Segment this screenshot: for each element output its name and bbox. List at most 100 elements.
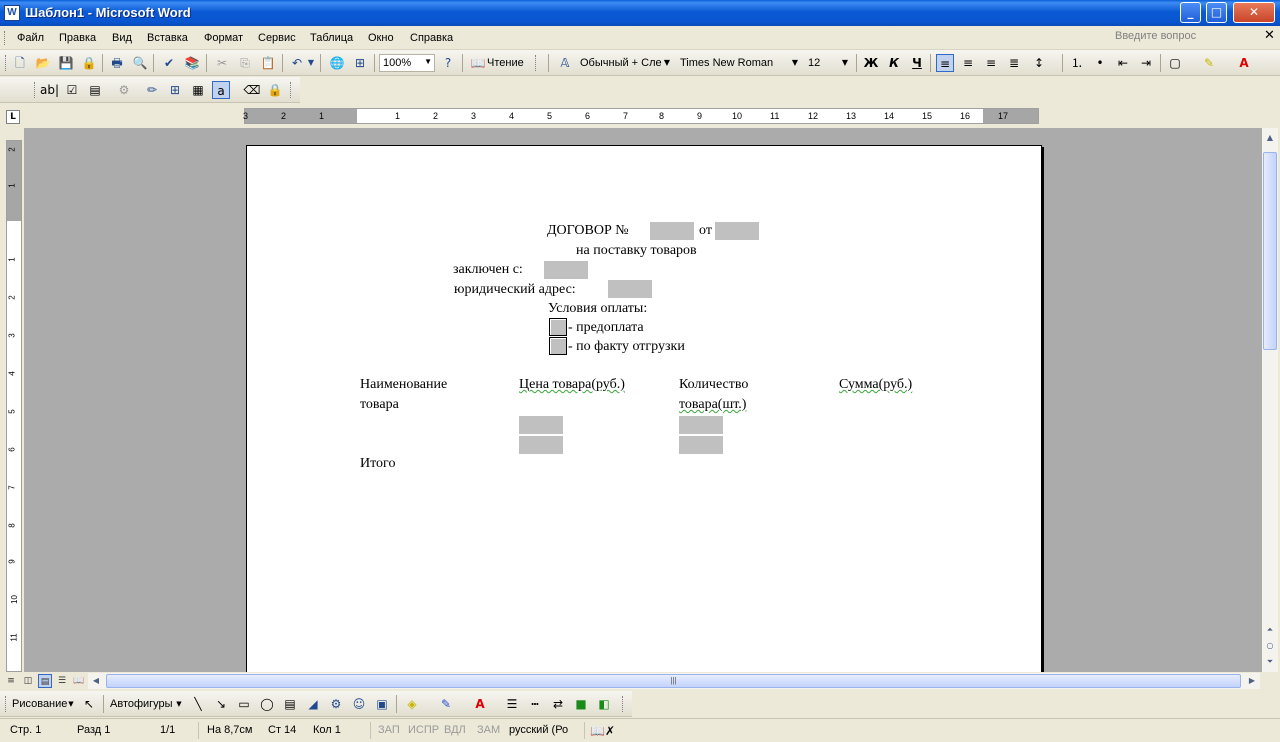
highlight-icon[interactable]: ✎ [1200, 54, 1218, 72]
font-color-icon[interactable]: A [1235, 54, 1253, 72]
text-field-icon[interactable]: ab| [40, 81, 59, 99]
contract-date-field[interactable] [715, 222, 759, 240]
font-size-combo[interactable]: 12 [808, 57, 820, 69]
reading-mode-button[interactable]: Чтение [487, 57, 524, 69]
reading-view-icon[interactable]: 📖 [72, 674, 86, 688]
field-shading-icon[interactable]: a [212, 81, 230, 99]
price-field[interactable] [519, 416, 563, 434]
legal-address-field[interactable] [608, 280, 652, 298]
quantity-field[interactable] [679, 436, 723, 454]
contract-number-field[interactable] [650, 222, 694, 240]
autoshapes-menu-button[interactable]: Автофигуры [110, 698, 173, 710]
cut-icon[interactable]: ✂ [213, 54, 231, 72]
scroll-up-icon[interactable]: ▲ [1262, 130, 1278, 146]
text-box-icon[interactable]: ▤ [281, 695, 299, 713]
wordart-icon[interactable]: ◢ [304, 695, 322, 713]
3d-style-icon[interactable]: ◧ [595, 695, 613, 713]
minimize-button[interactable]: _ [1180, 2, 1201, 23]
arrow-icon[interactable]: ↘ [212, 695, 230, 713]
protect-form-icon[interactable]: 🔒 [266, 81, 284, 99]
paste-icon[interactable]: 📋 [259, 54, 277, 72]
insert-table-icon[interactable]: ⊞ [166, 81, 184, 99]
undo-icon[interactable]: ↶ [288, 54, 306, 72]
menu-format[interactable]: Формат [204, 32, 243, 44]
dropdown-field-icon[interactable]: ▤ [86, 81, 104, 99]
zoom-combo[interactable]: 100% ▼ [379, 54, 435, 72]
menu-edit[interactable]: Правка [59, 32, 96, 44]
vertical-ruler[interactable]: 2 1 1 2 3 4 5 6 7 8 9 10 11 [6, 140, 22, 672]
align-right-icon[interactable]: ≡ [982, 54, 1000, 72]
rectangle-icon[interactable]: ▭ [235, 695, 253, 713]
save-icon[interactable]: 💾 [57, 54, 75, 72]
menu-insert[interactable]: Вставка [147, 32, 188, 44]
next-page-icon[interactable]: ⏷ [1262, 654, 1278, 670]
menu-grip[interactable] [4, 31, 7, 45]
line-color-icon[interactable]: ✎ [437, 695, 455, 713]
clipart-icon[interactable]: ☺ [350, 695, 368, 713]
previous-page-icon[interactable]: ⏶ [1262, 622, 1278, 638]
menu-table[interactable]: Таблица [310, 32, 353, 44]
styles-pane-icon[interactable]: 𝔸 [556, 54, 574, 72]
underline-button[interactable]: Ч [908, 54, 926, 72]
shadow-style-icon[interactable]: ■ [572, 695, 590, 713]
reset-fields-icon[interactable]: ⌫ [243, 81, 261, 99]
toolbar-overflow-icon[interactable] [535, 55, 538, 71]
vertical-scroll-thumb[interactable] [1263, 152, 1277, 350]
copy-icon[interactable]: ⎘ [236, 54, 254, 72]
bold-button[interactable]: Ж [862, 54, 880, 72]
print-icon[interactable]: 🖶 [108, 54, 126, 72]
on-shipment-checkbox[interactable] [549, 337, 567, 355]
status-record-macro[interactable]: ЗАП [378, 724, 400, 736]
horizontal-ruler[interactable]: 3 2 1 1 2 3 4 5 6 7 8 9 10 11 12 13 14 1… [243, 108, 1039, 124]
hyperlink-icon[interactable]: 🌐 [328, 54, 346, 72]
tab-selector-button[interactable]: L [6, 110, 20, 124]
drawing-menu-button[interactable]: Рисование [12, 698, 67, 710]
price-field[interactable] [519, 436, 563, 454]
close-document-button[interactable]: ✕ [1264, 28, 1275, 43]
toolbar-overflow-icon[interactable] [622, 696, 625, 712]
print-preview-icon[interactable]: 🔍 [131, 54, 149, 72]
web-view-icon[interactable]: ◫ [21, 674, 35, 688]
menu-tools[interactable]: Сервис [258, 32, 296, 44]
undo-dropdown-icon[interactable]: ▼ [306, 54, 316, 72]
help-question-input[interactable]: Введите вопрос [1112, 30, 1258, 46]
toolbar-grip[interactable] [5, 696, 8, 712]
bullets-icon[interactable]: • [1091, 54, 1109, 72]
status-extend-selection[interactable]: ВДЛ [444, 724, 466, 736]
word-app-icon[interactable]: W [4, 5, 20, 21]
insert-frame-icon[interactable]: ▦ [189, 81, 207, 99]
line-icon[interactable]: ╲ [189, 695, 207, 713]
toolbar-grip[interactable] [5, 55, 8, 71]
title-bar[interactable]: W Шаблон1 - Microsoft Word _ □ ✕ [0, 0, 1280, 26]
document-page[interactable]: ДОГОВОР № от на поставку товаров заключе… [246, 145, 1042, 672]
field-options-icon[interactable]: ⚙ [115, 81, 133, 99]
increase-indent-icon[interactable]: ⇥ [1137, 54, 1155, 72]
print-layout-view-icon[interactable]: ▤ [38, 674, 52, 688]
diagram-icon[interactable]: ⚙ [327, 695, 345, 713]
align-center-icon[interactable]: ≡ [959, 54, 977, 72]
chevron-down-icon[interactable]: ▼ [790, 54, 800, 72]
justify-icon[interactable]: ≣ [1005, 54, 1023, 72]
menu-file[interactable]: Файл [17, 32, 44, 44]
close-window-button[interactable]: ✕ [1233, 2, 1275, 23]
scroll-right-icon[interactable]: ▶ [1244, 673, 1260, 689]
dash-style-icon[interactable]: ┅ [526, 695, 544, 713]
vertical-scrollbar[interactable]: ▲ ⏶ ○ ⏷ [1262, 128, 1278, 672]
chevron-down-icon[interactable]: ▼ [662, 54, 672, 72]
line-style-icon[interactable]: ☰ [503, 695, 521, 713]
counterparty-field[interactable] [544, 261, 588, 279]
picture-icon[interactable]: ▣ [373, 695, 391, 713]
horizontal-scrollbar[interactable]: ◀ ||| ▶ [88, 673, 1260, 689]
chevron-down-icon[interactable]: ▼ [66, 695, 76, 713]
decrease-indent-icon[interactable]: ⇤ [1114, 54, 1132, 72]
open-folder-icon[interactable]: 📂 [34, 54, 52, 72]
menu-view[interactable]: Вид [112, 32, 132, 44]
numbering-icon[interactable]: ⒈ [1068, 54, 1086, 72]
oval-icon[interactable]: ◯ [258, 695, 276, 713]
chevron-down-icon[interactable]: ▼ [174, 695, 184, 713]
italic-button[interactable]: К [885, 54, 903, 72]
permission-icon[interactable]: 🔒 [80, 54, 98, 72]
menu-help[interactable]: Справка [410, 32, 453, 44]
toolbar-grip[interactable] [34, 82, 37, 98]
normal-view-icon[interactable]: ≡ [4, 674, 18, 688]
